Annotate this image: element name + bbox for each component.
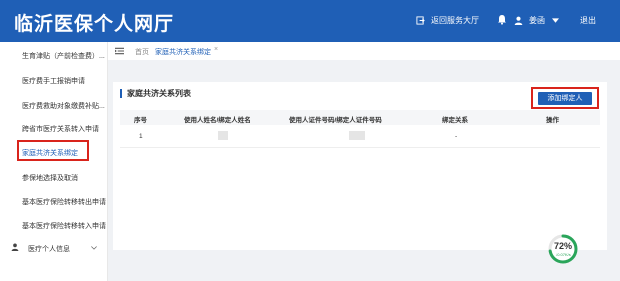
sidebar-item-label: 参保地选择及取消 <box>22 175 78 182</box>
user-name: 姜函 <box>529 16 545 25</box>
column-header-id: 使用人证件号码/绑定人证件号码 <box>289 117 382 124</box>
row-index: 1 <box>139 133 143 140</box>
sidebar-item-label: 基本医疗保险转移转出申请 <box>22 199 106 206</box>
sidebar-group-personal-info[interactable]: 医疗个人信息 <box>0 237 107 259</box>
logout-label: 退出 <box>580 16 596 25</box>
table-row: 1 - <box>120 125 600 148</box>
sidebar-item-transfer-out[interactable]: 基本医疗保险转移转出申请 <box>0 190 107 212</box>
app-title: 临沂医保个人网厅 <box>14 14 175 35</box>
sidebar-item-maternity-allowance[interactable]: 生育津贴（产前检查费）... <box>0 44 107 66</box>
back-to-hall-label: 返回服务大厅 <box>431 16 479 25</box>
column-header-action: 操作 <box>546 117 559 124</box>
tab-family-binding[interactable]: 家庭共济关系绑定 × <box>151 43 222 59</box>
sidebar-item-manual-reimbursement[interactable]: 医疗费手工报销申请 <box>0 69 107 91</box>
sidebar-item-aid-subsidy[interactable]: 医疗费救助对象缴费补贴... <box>0 94 107 116</box>
menu-toggle-icon[interactable] <box>115 47 124 55</box>
user-icon <box>514 16 523 25</box>
panel-title: 家庭共济关系列表 <box>120 89 191 98</box>
tab-home[interactable]: 首页 <box>135 47 149 57</box>
tab-close-icon[interactable]: × <box>214 46 218 53</box>
gauge-speed: ↓0.07K/s <box>555 252 571 257</box>
sidebar-item-cross-province-transfer[interactable]: 跨省市医疗关系转入申请 <box>0 117 107 139</box>
sidebar-item-label: 生育津贴（产前检查费）... <box>22 53 105 60</box>
chevron-down-icon <box>91 246 97 250</box>
table-header: 序号 使用人姓名/绑定人姓名 使用人证件号码/绑定人证件号码 绑定关系 操作 <box>120 110 600 125</box>
person-icon <box>11 243 19 251</box>
row-relation: - <box>455 133 458 140</box>
gauge-percent: 72% <box>553 241 572 251</box>
column-header-name: 使用人姓名/绑定人姓名 <box>184 117 251 124</box>
sidebar: 生育津贴（产前检查费）... 医疗费手工报销申请 医疗费救助对象缴费补贴... … <box>0 42 108 281</box>
logout-link[interactable]: 退出 <box>580 15 596 26</box>
sidebar-item-insured-location[interactable]: 参保地选择及取消 <box>0 166 107 188</box>
caret-down-icon <box>552 18 559 23</box>
sidebar-item-label: 跨省市医疗关系转入申请 <box>22 126 99 133</box>
top-bar: 临沂医保个人网厅 返回服务大厅 姜函 退出 <box>0 0 620 42</box>
active-item-highlight <box>17 140 89 161</box>
column-header-relation: 绑定关系 <box>442 117 468 124</box>
column-header-index: 序号 <box>134 117 147 124</box>
user-menu[interactable]: 姜函 <box>514 15 565 26</box>
sidebar-item-label: 基本医疗保险转移转入申请 <box>22 223 106 230</box>
sidebar-item-label: 医疗个人信息 <box>28 246 70 253</box>
tab-bar: 首页 家庭共济关系绑定 × <box>108 42 620 61</box>
redacted-id <box>349 131 365 140</box>
back-to-hall-link[interactable]: 返回服务大厅 <box>416 15 479 26</box>
sidebar-item-label: 医疗费手工报销申请 <box>22 78 85 85</box>
redacted-name <box>218 131 228 140</box>
bell-icon[interactable] <box>497 14 507 25</box>
exit-icon <box>416 16 425 25</box>
add-button-highlight <box>531 87 599 109</box>
sidebar-item-transfer-in[interactable]: 基本医疗保险转移转入申请 <box>0 214 107 236</box>
sidebar-item-label: 医疗费救助对象缴费补贴... <box>22 103 105 110</box>
tab-label: 家庭共济关系绑定 <box>155 49 211 56</box>
